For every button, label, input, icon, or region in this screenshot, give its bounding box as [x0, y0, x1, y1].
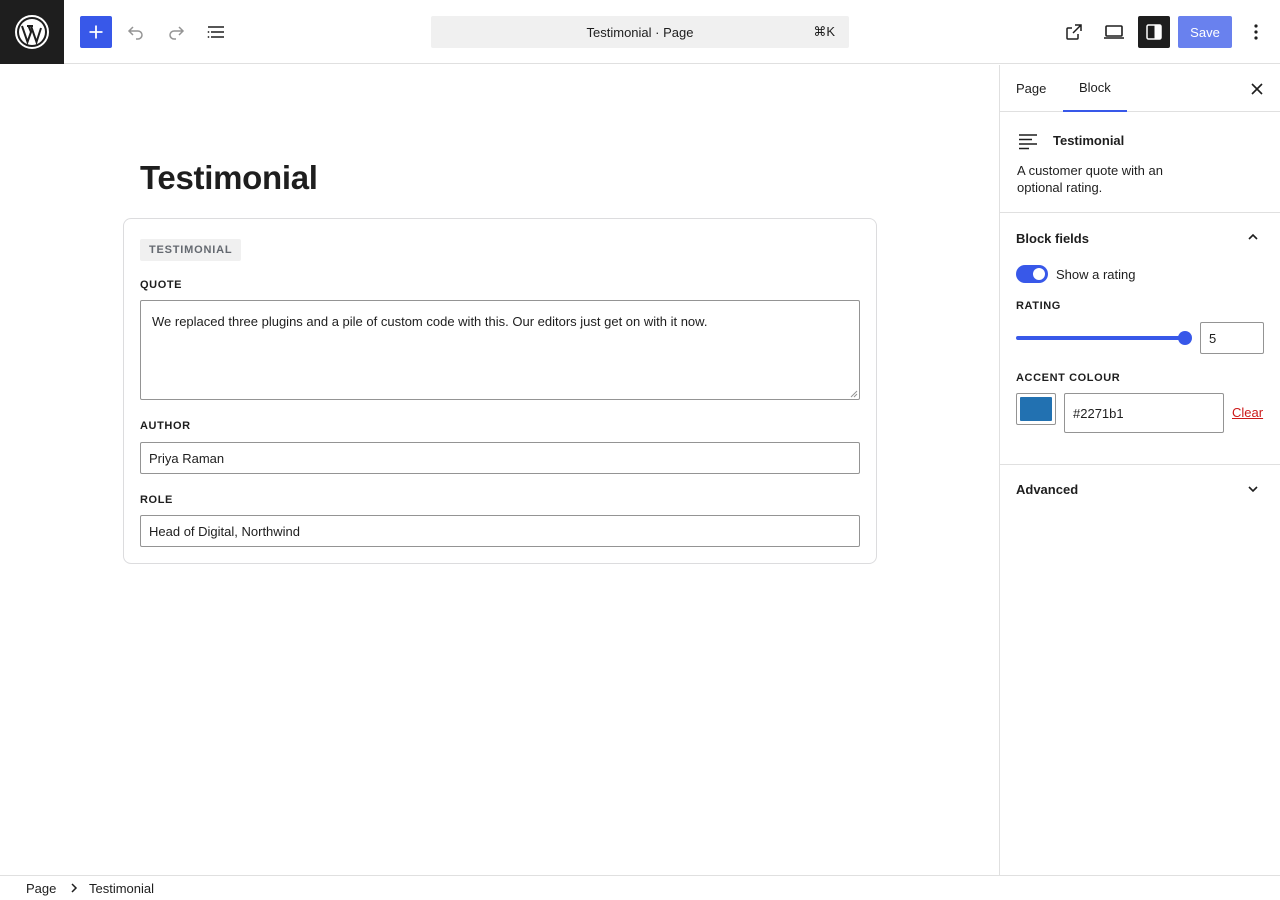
tab-page[interactable]: Page	[1000, 65, 1062, 112]
panel-collapse-button[interactable]	[1241, 225, 1265, 249]
close-icon	[1251, 83, 1263, 95]
options-menu-button[interactable]	[1240, 16, 1272, 48]
author-label: AUTHOR	[140, 420, 191, 432]
desktop-preview-icon	[1104, 25, 1124, 39]
testimonial-block[interactable]: TESTIMONIAL QUOTE We replaced three plug…	[123, 218, 877, 564]
resize-handle-icon[interactable]	[850, 390, 858, 398]
view-page-button[interactable]	[1058, 16, 1090, 48]
role-label: ROLE	[140, 494, 173, 506]
block-fields-panel: Block fields Show a rating RATING 5 ACCE…	[1000, 213, 1280, 465]
chevron-up-icon	[1248, 233, 1258, 240]
undo-icon	[127, 26, 143, 40]
block-fields-panel-title[interactable]: Block fields	[1016, 231, 1089, 246]
role-input[interactable]: Head of Digital, Northwind	[140, 515, 860, 547]
redo-button[interactable]	[160, 16, 192, 48]
close-sidebar-button[interactable]	[1245, 77, 1269, 101]
advanced-panel-title[interactable]: Advanced	[1016, 482, 1078, 497]
block-card: Testimonial A customer quote with an opt…	[1000, 112, 1280, 213]
wordpress-logo-icon[interactable]	[0, 0, 64, 64]
add-block-button[interactable]	[80, 16, 112, 48]
block-type-badge: TESTIMONIAL	[140, 239, 242, 261]
block-card-title: Testimonial	[1053, 133, 1125, 148]
editor-header: Testimonial · Page ⌘K Save	[0, 0, 1280, 64]
paragraph-block-icon	[1019, 134, 1037, 150]
hex-colour-value: #2271b1	[1073, 405, 1124, 421]
save-button[interactable]: Save	[1178, 16, 1232, 48]
list-view-button[interactable]	[200, 16, 232, 48]
chevron-right-icon	[71, 883, 78, 893]
hex-colour-input[interactable]: #2271b1	[1064, 393, 1224, 433]
rating-slider-thumb[interactable]	[1178, 331, 1192, 345]
quote-label: QUOTE	[140, 279, 183, 291]
chevron-down-icon	[1248, 486, 1258, 493]
undo-button[interactable]	[120, 16, 152, 48]
page-title[interactable]: Testimonial	[140, 159, 318, 197]
block-breadcrumb: Page Testimonial	[0, 875, 1280, 900]
more-vertical-icon	[1254, 24, 1258, 40]
breadcrumb-page[interactable]: Page	[26, 881, 56, 896]
sidebar-tabs: Page Block	[1000, 65, 1280, 112]
document-command-bar[interactable]: Testimonial · Page ⌘K	[431, 16, 849, 48]
command-shortcut: ⌘K	[813, 24, 835, 39]
author-input[interactable]: Priya Raman	[140, 442, 860, 474]
redo-icon	[169, 26, 185, 40]
colour-swatch	[1020, 397, 1052, 421]
tab-block[interactable]: Block	[1063, 65, 1127, 112]
rating-value: 5	[1209, 330, 1217, 346]
settings-sidebar: Page Block Testimonial A customer quote …	[999, 65, 1280, 875]
show-rating-label: Show a rating	[1056, 267, 1136, 282]
plus-icon	[89, 25, 103, 39]
quote-value: We replaced three plugins and a pile of …	[152, 314, 708, 329]
rating-label: RATING	[1016, 300, 1061, 312]
clear-colour-button[interactable]: Clear	[1232, 405, 1263, 420]
show-rating-toggle[interactable]	[1016, 265, 1048, 283]
quote-textarea[interactable]: We replaced three plugins and a pile of …	[140, 300, 860, 400]
role-value: Head of Digital, Northwind	[149, 523, 301, 539]
document-title: Testimonial · Page	[586, 24, 694, 40]
block-card-description: A customer quote with an optional rating…	[1017, 163, 1163, 195]
editor-canvas: Testimonial TESTIMONIAL QUOTE We replace…	[0, 65, 999, 875]
author-value: Priya Raman	[149, 450, 225, 466]
rating-number-input[interactable]: 5	[1200, 322, 1264, 354]
breadcrumb-testimonial[interactable]: Testimonial	[89, 881, 154, 896]
advanced-expand-button[interactable]	[1241, 477, 1265, 501]
colour-swatch-button[interactable]	[1016, 393, 1056, 425]
sidebar-settings-icon	[1146, 24, 1162, 40]
list-view-icon	[207, 26, 224, 38]
device-preview-button[interactable]	[1098, 16, 1130, 48]
settings-toggle-button[interactable]	[1138, 16, 1170, 48]
external-link-icon	[1066, 24, 1082, 40]
accent-colour-label: ACCENT COLOUR	[1016, 372, 1121, 384]
advanced-panel: Advanced	[1000, 465, 1280, 514]
toggle-knob	[1033, 268, 1045, 280]
rating-slider-track[interactable]	[1016, 336, 1186, 340]
